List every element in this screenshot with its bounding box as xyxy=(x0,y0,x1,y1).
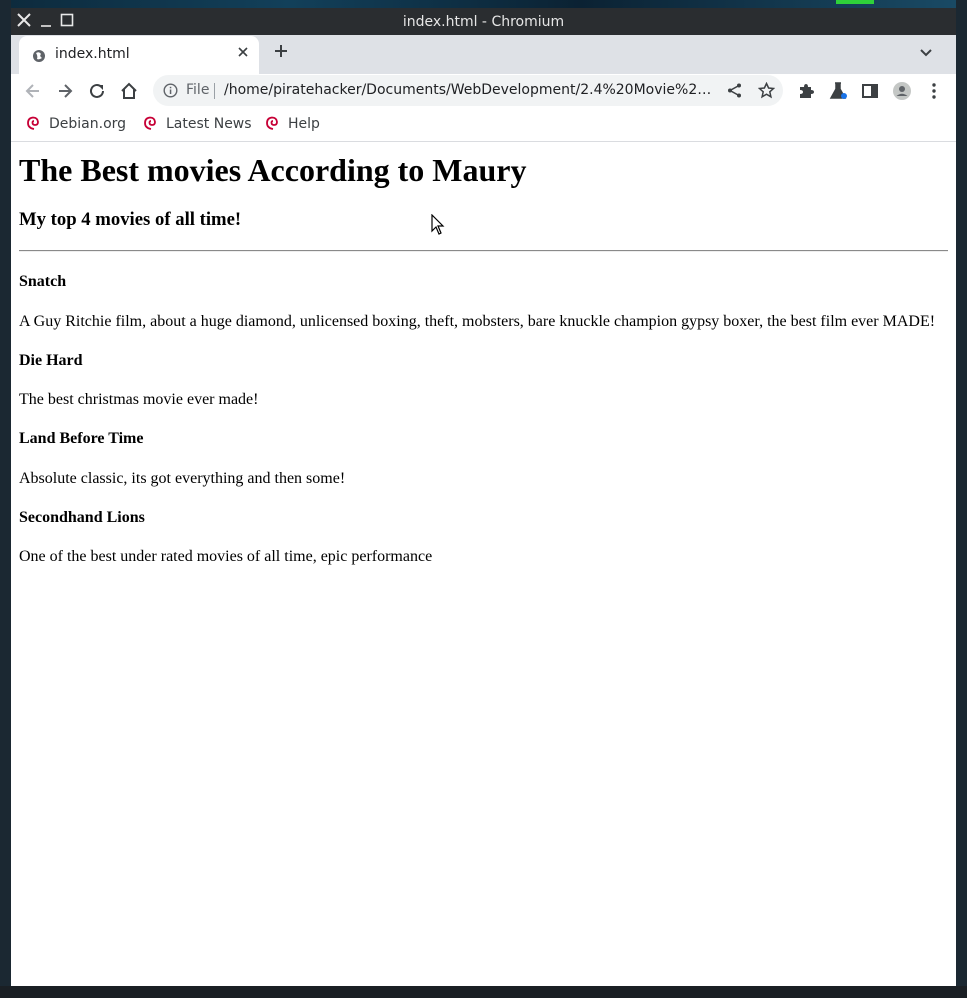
menu-kebab-icon[interactable] xyxy=(924,81,944,101)
new-tab-button[interactable] xyxy=(273,42,289,64)
desktop-indicator xyxy=(836,0,874,4)
scheme-chip: File xyxy=(186,82,210,98)
tab-strip: index.html xyxy=(11,35,956,74)
browser-toolbar: File /home/piratehacker/Documents/WebDev… xyxy=(11,74,956,108)
lab-flask-icon[interactable] xyxy=(828,81,848,101)
site-info-icon[interactable] xyxy=(163,83,178,98)
desktop-taskbar xyxy=(0,986,967,998)
movie-description: The best christmas movie ever made! xyxy=(19,391,259,408)
tab-index-html[interactable]: index.html xyxy=(19,36,259,74)
tab-close-icon[interactable] xyxy=(237,44,249,62)
tab-label: index.html xyxy=(55,46,130,62)
address-bar[interactable]: File /home/piratehacker/Documents/WebDev… xyxy=(153,75,783,106)
profile-avatar-icon[interactable] xyxy=(892,81,912,101)
bookmark-label: Debian.org xyxy=(49,116,127,132)
debian-swirl-icon xyxy=(25,115,41,131)
bookmark-latest-news[interactable]: Latest News xyxy=(142,115,252,132)
page-content: The Best movies According to Maury My to… xyxy=(11,142,956,986)
url-text[interactable]: /home/piratehacker/Documents/WebDevelopm… xyxy=(224,82,719,98)
home-icon[interactable] xyxy=(119,81,139,101)
bookmarks-bar: Debian.org Latest News Help xyxy=(11,108,956,142)
side-panel-icon[interactable] xyxy=(860,81,880,101)
address-separator xyxy=(214,83,215,99)
desktop-background-left xyxy=(0,0,11,998)
desktop-background-right xyxy=(956,0,967,998)
globe-icon xyxy=(32,48,46,62)
desktop-background-top xyxy=(0,0,967,8)
window-title: index.html - Chromium xyxy=(402,14,565,30)
movie-title: Land Before Time xyxy=(19,430,144,447)
movie-title: Snatch xyxy=(19,273,67,290)
bookmark-label: Help xyxy=(288,116,320,132)
movie-description: Absolute classic, its got everything and… xyxy=(19,470,346,487)
page-subtitle: My top 4 movies of all time! xyxy=(19,209,242,230)
movie-description: A Guy Ritchie film, about a huge diamond… xyxy=(19,313,936,330)
bookmark-label: Latest News xyxy=(166,116,252,132)
extensions-puzzle-icon[interactable] xyxy=(796,81,816,101)
horizontal-rule xyxy=(19,250,948,252)
debian-swirl-icon xyxy=(142,115,158,131)
reload-icon[interactable] xyxy=(87,81,107,101)
browser-window: index.html - Chromium index.html File /h… xyxy=(11,8,956,986)
share-icon[interactable] xyxy=(726,82,743,99)
debian-swirl-icon xyxy=(264,115,280,131)
page-title: The Best movies According to Maury xyxy=(19,152,527,188)
bookmark-star-icon[interactable] xyxy=(757,81,776,99)
bookmark-debian-org[interactable]: Debian.org xyxy=(25,115,126,132)
tab-search-chevron-down-icon[interactable] xyxy=(918,44,934,60)
movie-description: One of the best under rated movies of al… xyxy=(19,548,433,565)
forward-arrow-icon[interactable] xyxy=(55,81,75,101)
mouse-cursor-icon xyxy=(431,214,445,235)
movie-title: Die Hard xyxy=(19,352,83,369)
movie-title: Secondhand Lions xyxy=(19,509,145,526)
back-arrow-icon[interactable] xyxy=(23,81,43,101)
window-titlebar[interactable]: index.html - Chromium xyxy=(11,8,956,35)
bookmark-help[interactable]: Help xyxy=(264,115,320,132)
